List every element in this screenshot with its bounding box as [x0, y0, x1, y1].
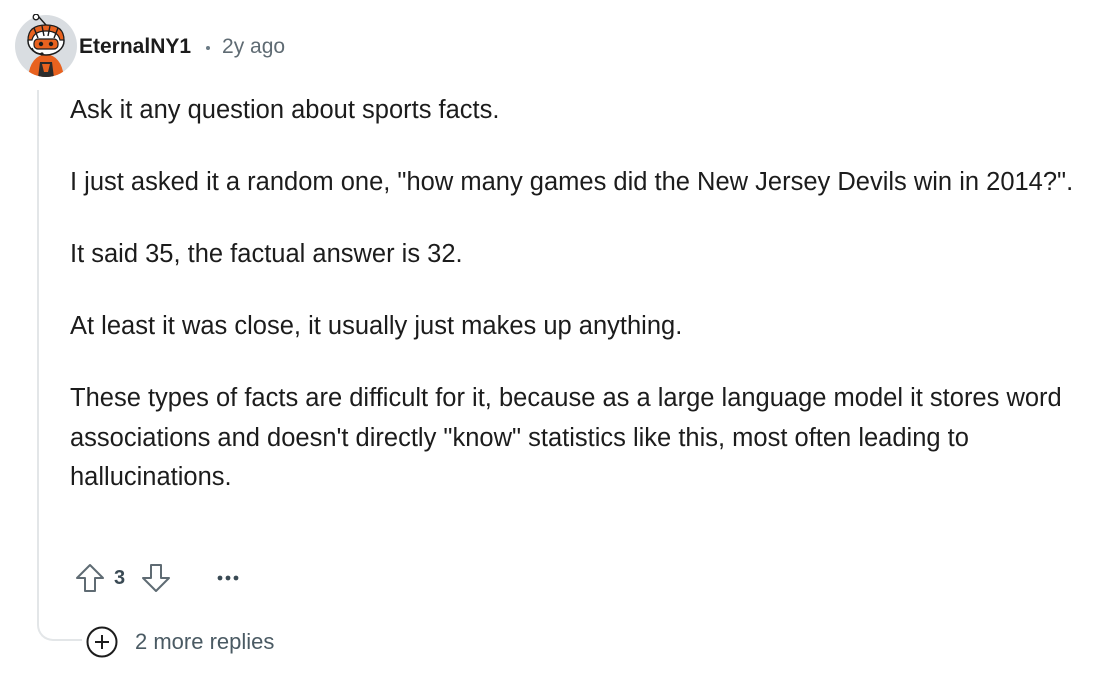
upvote-arrow-icon: [76, 564, 104, 592]
ellipsis-icon: [217, 575, 239, 581]
upvote-button[interactable]: [70, 558, 110, 598]
vote-score: 3: [114, 566, 126, 589]
comment: EternalNY1 2y ago Ask it any question ab…: [0, 0, 1110, 684]
comment-body: Ask it any question about sports facts. …: [70, 91, 1090, 530]
comment-paragraph: Ask it any question about sports facts.: [70, 96, 500, 124]
comment-paragraph: I just asked it a random one, "how many …: [70, 168, 1074, 196]
avatar[interactable]: [14, 13, 78, 78]
plus-circle-icon: [86, 626, 118, 658]
comment-paragraph: These types of facts are difficult for i…: [70, 384, 1062, 491]
comment-timestamp[interactable]: 2y ago: [222, 35, 285, 59]
more-replies-button[interactable]: 2 more replies: [86, 626, 274, 658]
thread-line[interactable]: [37, 90, 39, 620]
downvote-arrow-icon: [142, 564, 170, 592]
comment-paragraph: It said 35, the factual answer is 32.: [70, 240, 463, 268]
meta-separator-dot: [206, 46, 211, 50]
downvote-button[interactable]: [136, 558, 176, 598]
comment-actions: 3: [70, 558, 248, 598]
more-replies-label: 2 more replies: [135, 629, 275, 654]
snoo-avatar-icon: [15, 13, 77, 77]
comment-meta: EternalNY1 2y ago: [79, 32, 285, 62]
comment-paragraph: At least it was close, it usually just m…: [70, 312, 683, 340]
more-options-button[interactable]: [208, 558, 248, 598]
author-name[interactable]: EternalNY1: [79, 35, 191, 59]
thread-connector: [37, 605, 82, 641]
